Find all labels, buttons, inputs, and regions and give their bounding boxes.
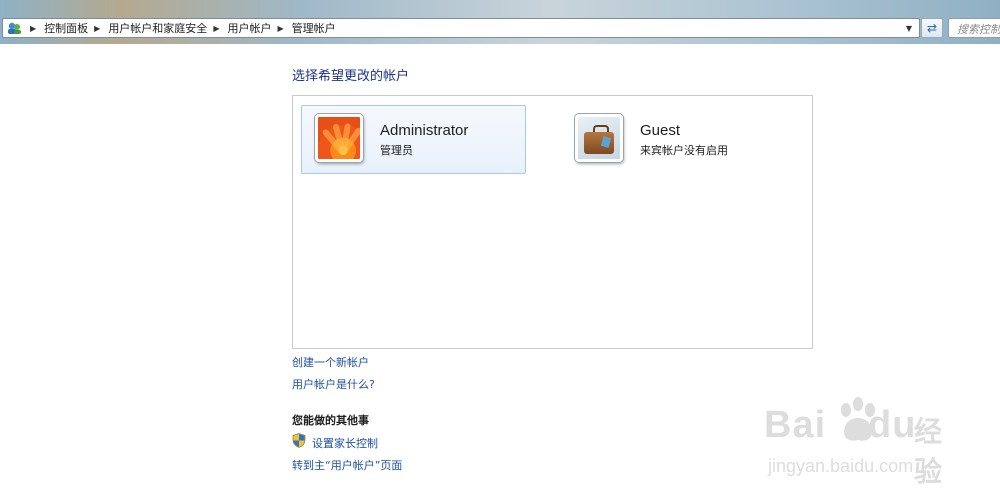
breadcrumb-user-accounts-family[interactable]: 用户帐户和家庭安全 <box>108 20 207 36</box>
account-name: Guest <box>640 122 681 139</box>
chevron-right-icon[interactable]: ▶ <box>277 24 283 33</box>
refresh-button[interactable]: ⇄ <box>921 18 943 38</box>
avatar <box>315 114 363 162</box>
watermark-brand: Bai <box>764 404 827 446</box>
account-name: Administrator <box>380 122 469 139</box>
chevron-right-icon[interactable]: ▶ <box>30 24 36 33</box>
control-panel-icon <box>6 20 24 36</box>
chevron-right-icon[interactable]: ▶ <box>213 24 219 33</box>
create-account-link[interactable]: 创建一个新帐户 <box>292 354 369 370</box>
what-is-account-link[interactable]: 用户帐户是什么? <box>292 376 375 392</box>
avatar <box>575 114 623 162</box>
account-tile-administrator[interactable]: Administrator 管理员 <box>301 105 526 174</box>
shield-icon <box>292 433 306 448</box>
breadcrumb-control-panel[interactable]: 控制面板 <box>44 20 88 36</box>
address-bar[interactable]: ▶ 控制面板 ▶ 用户帐户和家庭安全 ▶ 用户帐户 ▶ 管理帐户 ▼ <box>2 18 920 38</box>
breadcrumb-user-accounts[interactable]: 用户帐户 <box>227 20 271 36</box>
chevron-right-icon[interactable]: ▶ <box>94 24 100 33</box>
watermark-product: 经验 <box>914 415 943 488</box>
chevron-down-icon[interactable]: ▼ <box>902 19 916 37</box>
watermark-brand-suffix: du <box>868 404 917 446</box>
accounts-panel: Administrator 管理员 Guest 来宾帐户没有启用 <box>292 95 813 349</box>
account-status: 来宾帐户没有启用 <box>640 144 728 157</box>
parental-controls-link[interactable]: 设置家长控制 <box>312 435 378 451</box>
search-input[interactable]: 搜索控制 <box>948 18 1000 38</box>
account-tile-guest[interactable]: Guest 来宾帐户没有启用 <box>561 105 786 174</box>
refresh-icon: ⇄ <box>926 21 938 35</box>
other-tasks-heading: 您能做的其他事 <box>292 414 369 427</box>
page-title: 选择希望更改的帐户 <box>292 69 410 84</box>
watermark-url: jingyan.baidu.com <box>768 456 914 476</box>
account-type: 管理员 <box>380 144 413 157</box>
goto-user-accounts-link[interactable]: 转到主“用户帐户”页面 <box>292 457 402 473</box>
breadcrumb-manage-accounts[interactable]: 管理帐户 <box>292 20 336 36</box>
baidu-watermark: Bai du 经验 jingyan.baidu.com <box>764 397 964 488</box>
